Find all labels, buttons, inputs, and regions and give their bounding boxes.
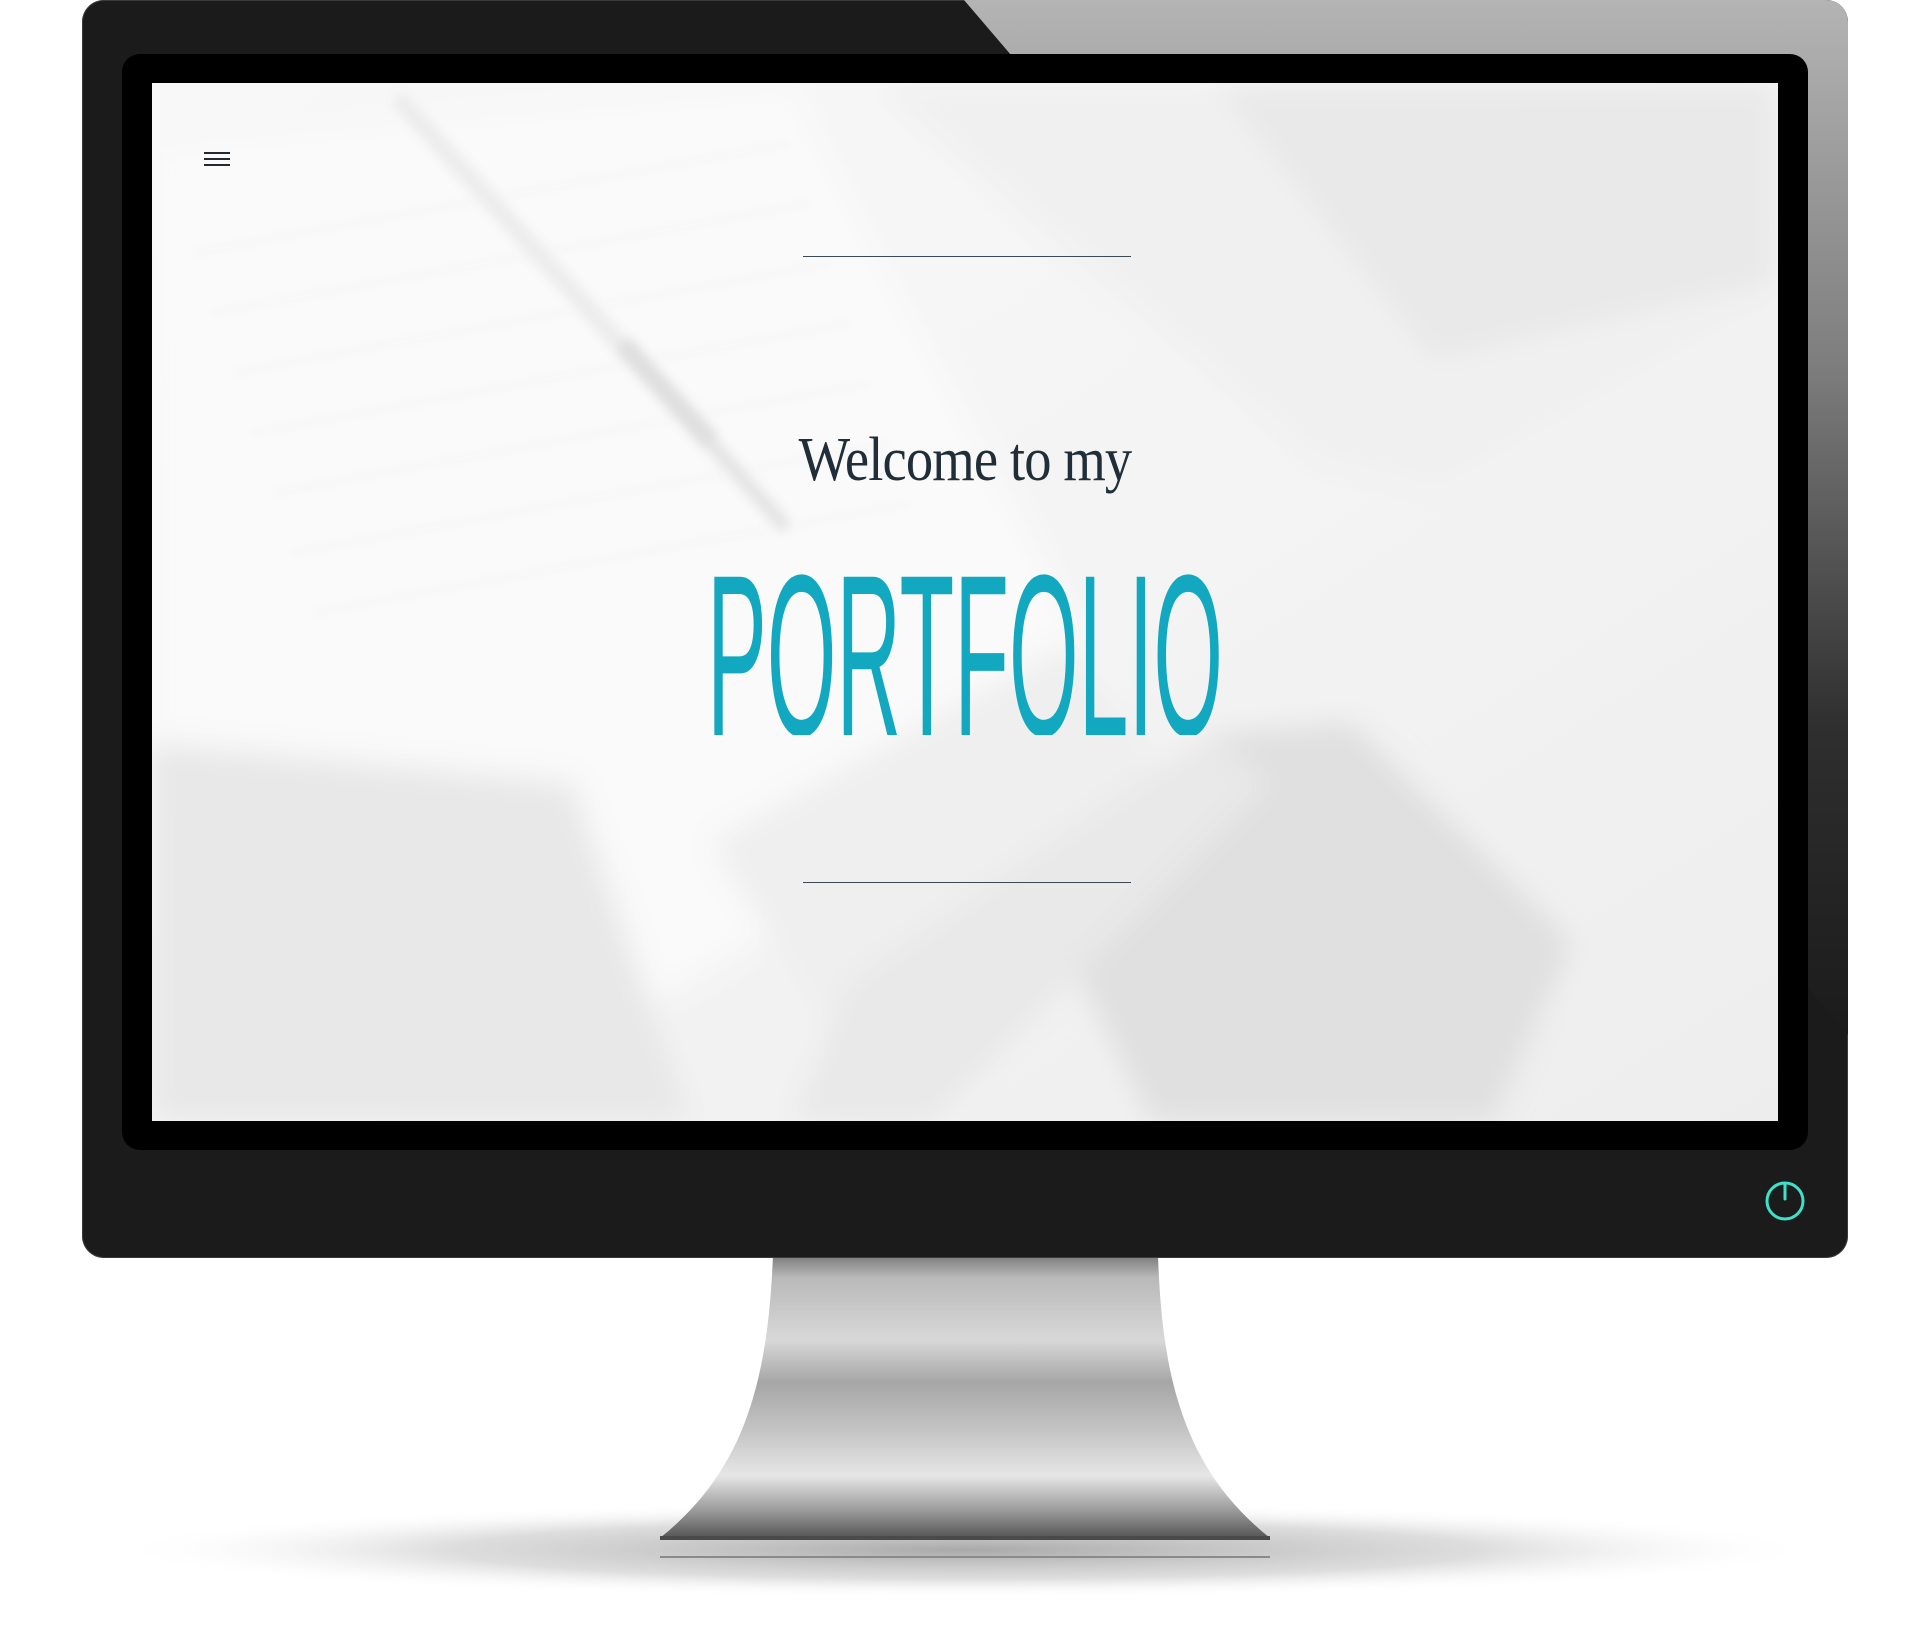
bottom-divider <box>803 882 1131 883</box>
monitor-bezel: Welcome to my PORTFOLIO <box>122 54 1808 1150</box>
portfolio-title-text: PORTFOLIO <box>707 551 1223 735</box>
top-divider <box>803 256 1131 257</box>
hero-section: Welcome to my PORTFOLIO <box>152 83 1778 1121</box>
page: Welcome to my PORTFOLIO <box>0 0 1920 1632</box>
power-icon[interactable] <box>1764 1180 1806 1222</box>
portfolio-title: PORTFOLIO <box>707 551 1223 735</box>
welcome-heading: Welcome to my <box>798 426 1133 494</box>
screen: Welcome to my PORTFOLIO <box>152 83 1778 1121</box>
monitor-frame: Welcome to my PORTFOLIO <box>82 0 1848 1258</box>
